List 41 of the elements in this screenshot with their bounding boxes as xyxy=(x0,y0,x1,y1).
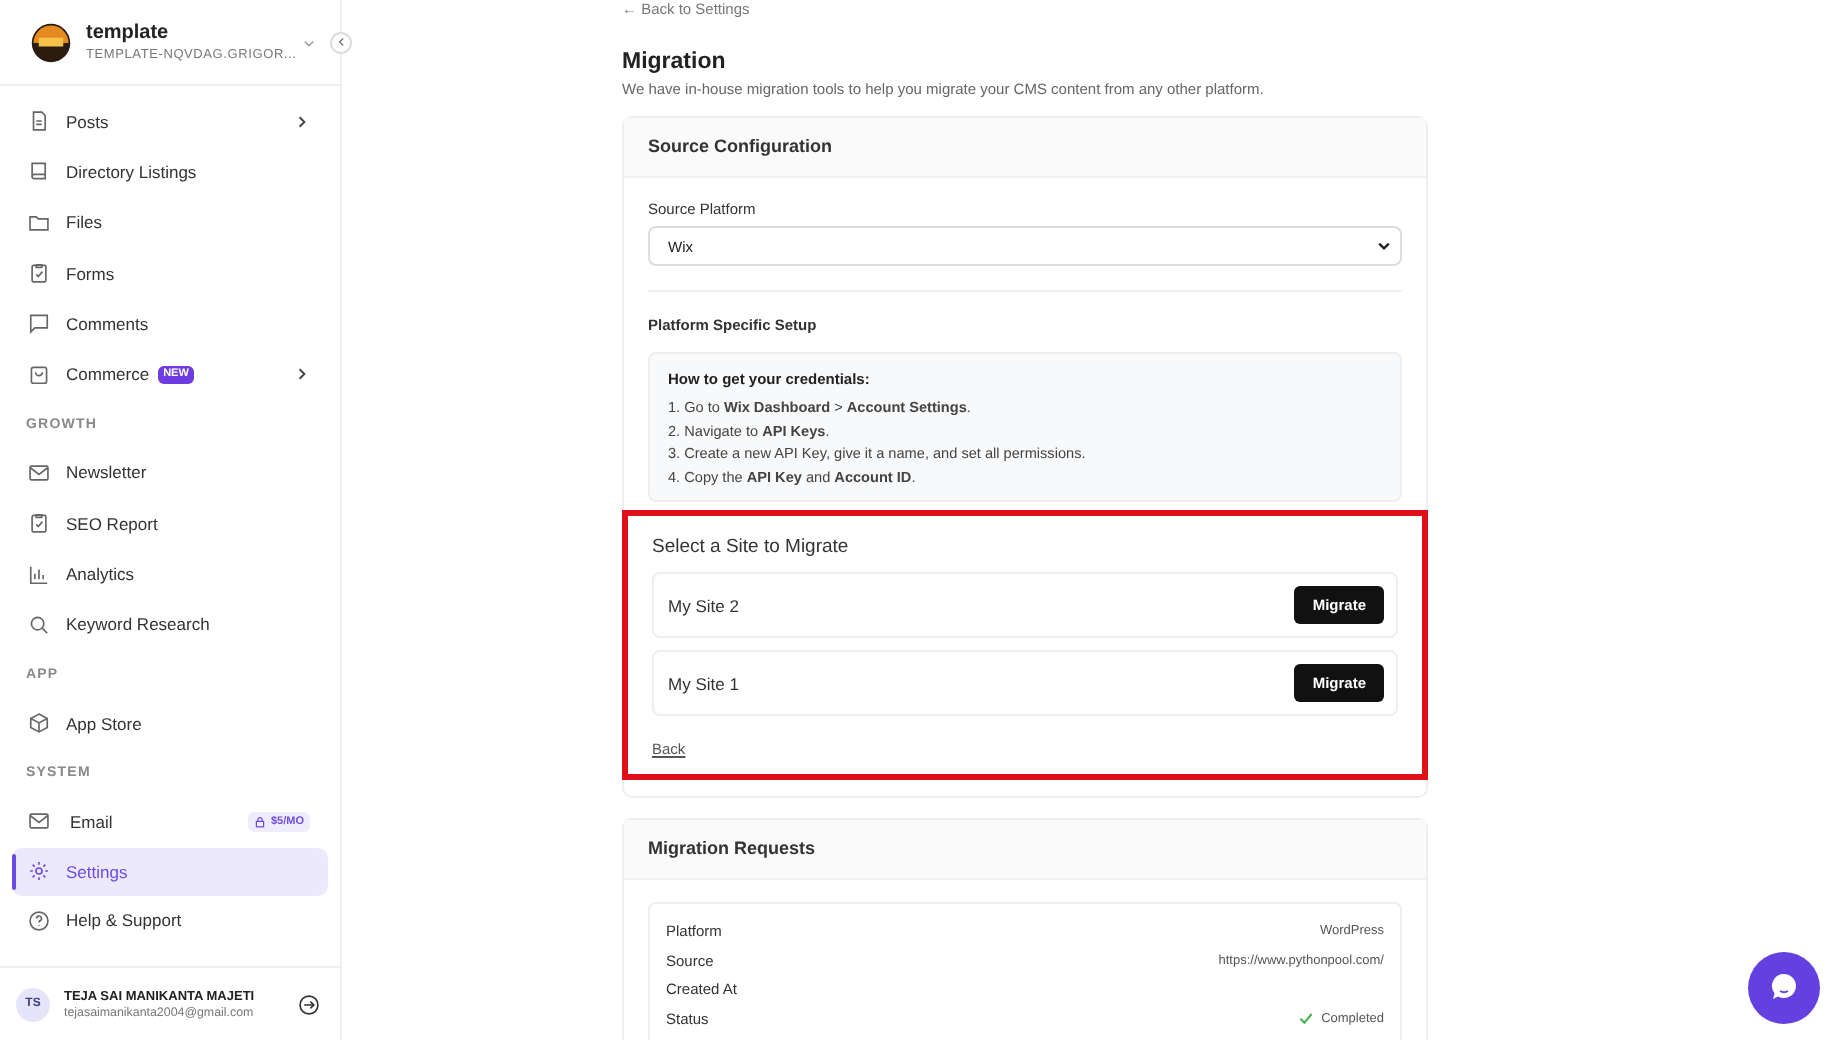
sidebar-item[interactable]: Posts xyxy=(12,96,328,147)
logout-icon[interactable] xyxy=(298,993,320,1015)
workspace-name: template xyxy=(86,22,171,44)
sidebar-item[interactable]: Directory Listings xyxy=(12,146,328,198)
cube-icon xyxy=(28,712,50,735)
bag-icon xyxy=(28,363,50,386)
gear-icon xyxy=(28,860,50,883)
site-name: My Site 2 xyxy=(668,595,739,615)
clipboard-icon xyxy=(28,262,50,285)
logo-icon xyxy=(30,21,72,63)
chat-icon xyxy=(28,312,50,335)
help-icon xyxy=(28,909,50,932)
card-title: Source Configuration xyxy=(624,118,1426,178)
sidebar-item[interactable]: App Store xyxy=(12,697,328,749)
sidebar-item[interactable]: Keyword Research xyxy=(12,599,328,650)
collapse-sidebar-button[interactable] xyxy=(330,31,352,53)
search-icon xyxy=(28,613,50,636)
site-name: My Site 1 xyxy=(668,673,739,693)
chevron-down-icon[interactable] xyxy=(302,35,316,49)
sidebar-item[interactable]: Comments xyxy=(12,298,328,349)
sidebar-item[interactable]: Help & Support xyxy=(12,895,328,946)
folder-icon xyxy=(28,211,50,234)
doc-icon xyxy=(28,110,50,133)
sidebar-item[interactable]: Newsletter xyxy=(12,447,328,499)
sidebar-item[interactable]: SEO Report xyxy=(12,498,328,549)
chevron-down-icon xyxy=(1376,238,1392,254)
sidebar-item[interactable]: Forms xyxy=(12,247,328,299)
sidebar-item[interactable]: Analytics xyxy=(12,548,328,600)
chart-icon xyxy=(28,563,50,586)
sidebar-item[interactable]: Settings xyxy=(12,847,328,896)
sidebar-item[interactable]: Files xyxy=(12,197,328,248)
page-title: Migration xyxy=(622,50,728,74)
clipboard-icon xyxy=(28,512,50,535)
chevron-left-icon xyxy=(335,36,347,48)
card-title: Migration Requests xyxy=(624,820,1426,880)
mail-icon xyxy=(28,461,50,484)
chat-button[interactable] xyxy=(1748,952,1820,1024)
section-title: Select a Site to Migrate xyxy=(652,536,851,558)
checkmark-icon xyxy=(1297,1010,1314,1027)
mail-icon xyxy=(28,810,50,833)
book-icon xyxy=(28,160,50,183)
